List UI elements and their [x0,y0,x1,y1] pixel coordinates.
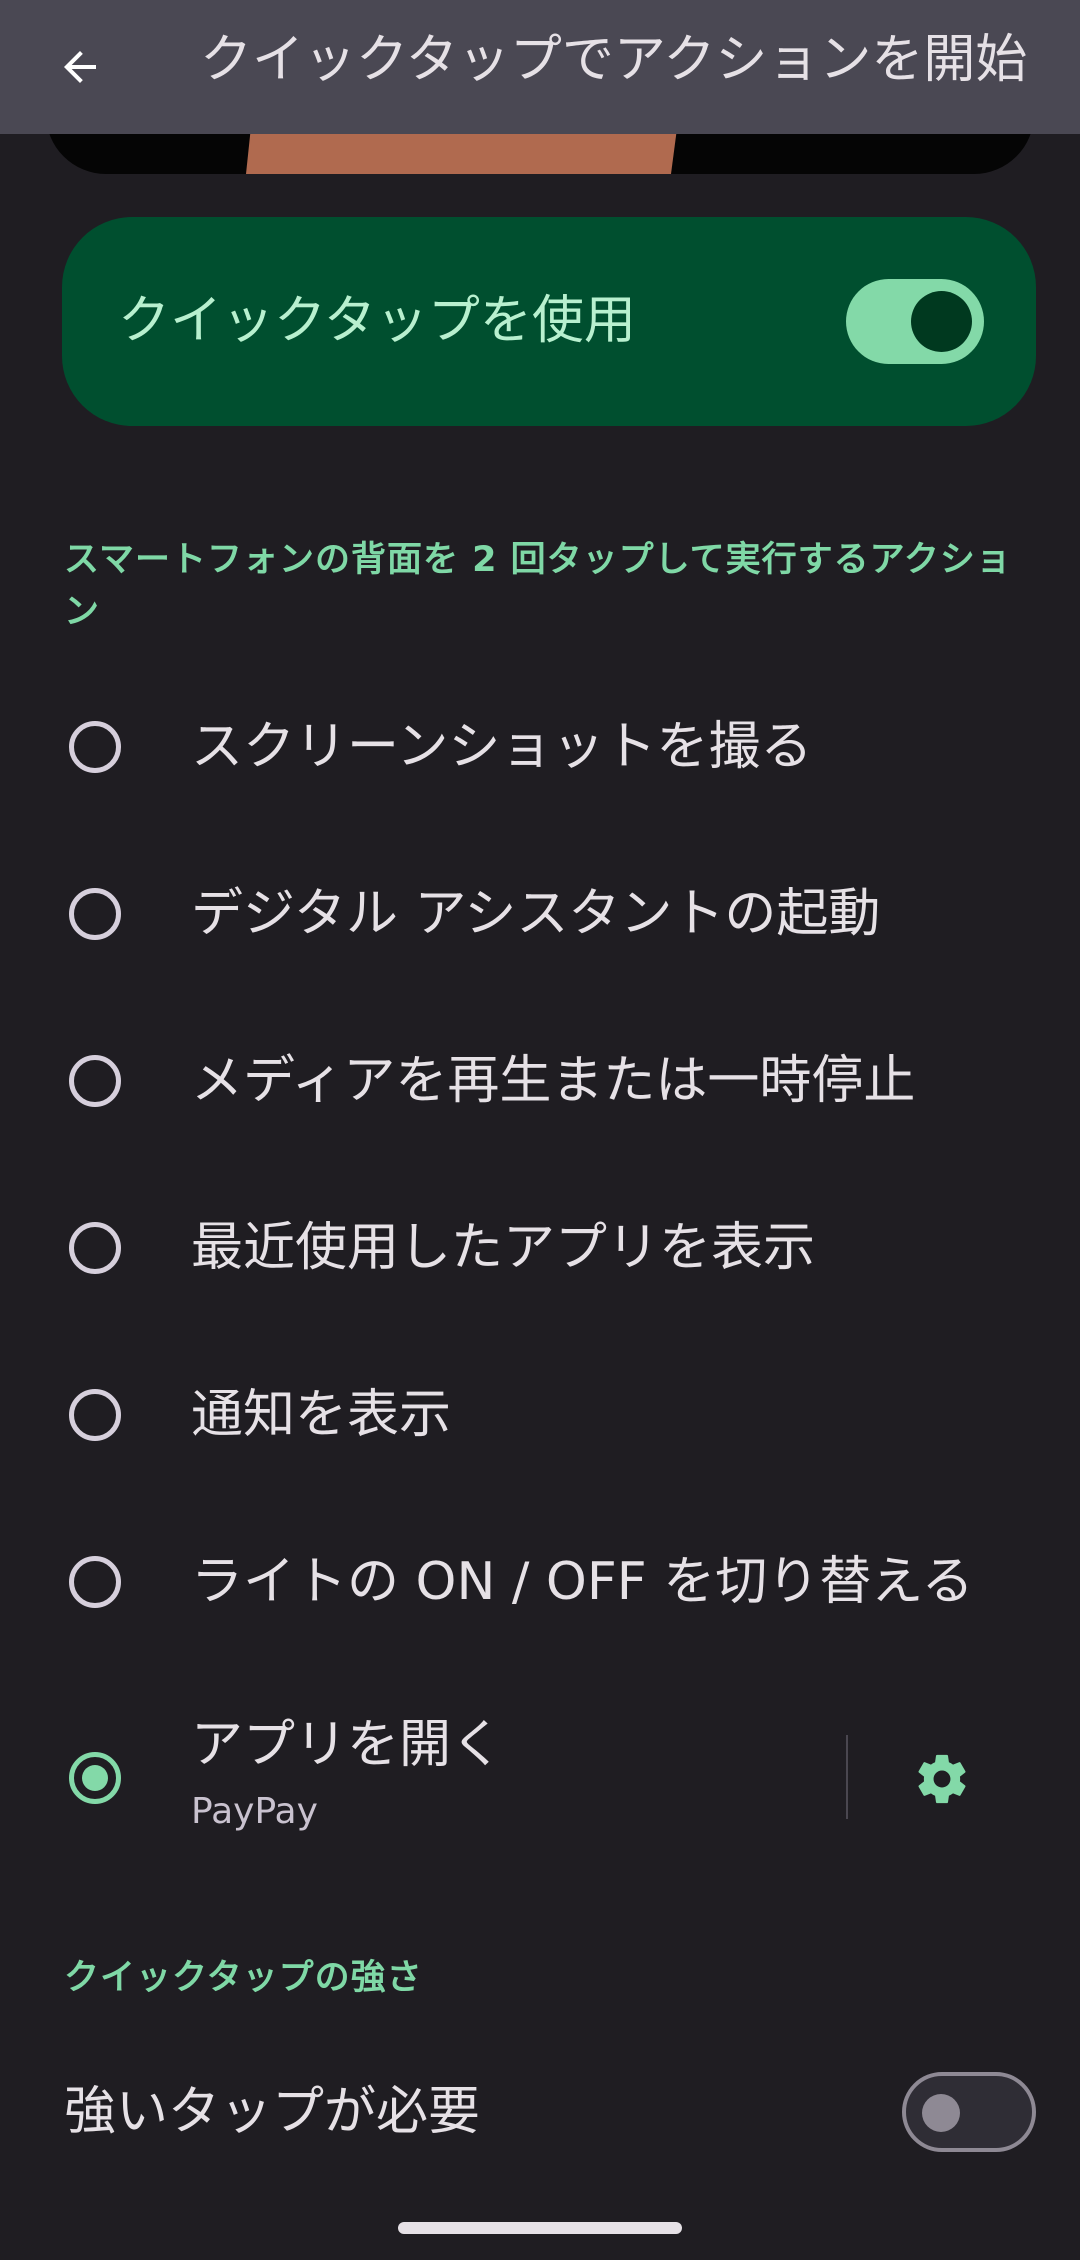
option-toggle-flashlight[interactable]: ライトの ON / OFF を切り替える [0,1512,1080,1652]
require-strong-tap-label: 強いタップが必要 [64,2082,481,2142]
use-quick-tap-label: クイックタップを使用 [118,291,636,351]
option-label: スクリーンショットを撮る [191,717,813,777]
radio-button[interactable] [69,1389,121,1441]
option-label: アプリを開く [191,1715,504,1775]
use-quick-tap-card[interactable]: クイックタップを使用 [62,217,1036,426]
switch-thumb [911,291,972,352]
option-open-app[interactable]: アプリを開く PayPay [0,1695,1080,1861]
page-title: クイックタップでアクションを開始 [200,30,1028,90]
radio-button[interactable] [69,888,121,940]
option-label: デジタル アシスタントの起動 [191,884,881,944]
strength-section-header: クイックタップの強さ [64,1958,423,1998]
require-strong-tap-switch[interactable] [902,2072,1036,2152]
vertical-divider [846,1735,848,1819]
selected-app-name: PayPay [191,1791,318,1832]
switch-thumb [922,2094,960,2132]
option-recent-apps[interactable]: 最近使用したアプリを表示 [0,1178,1080,1318]
option-label: ライトの ON / OFF を切り替える [191,1552,974,1612]
option-digital-assistant[interactable]: デジタル アシスタントの起動 [0,844,1080,984]
arrow-back-icon [64,51,96,83]
option-media-play-pause[interactable]: メディアを再生または一時停止 [0,1011,1080,1151]
option-label: メディアを再生または一時停止 [191,1051,916,1111]
option-show-notifications[interactable]: 通知を表示 [0,1345,1080,1485]
radio-button-selected[interactable] [69,1752,121,1804]
back-button[interactable] [40,27,120,107]
option-label: 通知を表示 [191,1385,452,1445]
radio-button[interactable] [69,721,121,773]
actions-section-header: スマートフォンの背面を 2 回タップして実行するアクション [64,540,1012,632]
use-quick-tap-switch[interactable] [846,279,984,364]
gesture-nav-handle[interactable] [398,2222,682,2234]
top-app-bar: クイックタップでアクションを開始 [0,0,1080,134]
radio-button[interactable] [69,1055,121,1107]
gear-icon [918,1754,966,1804]
radio-button[interactable] [69,1222,121,1274]
radio-button[interactable] [69,1556,121,1608]
open-app-settings-button[interactable] [902,1739,982,1819]
require-strong-tap-row[interactable]: 強いタップが必要 [0,2052,1080,2172]
option-screenshot[interactable]: スクリーンショットを撮る [0,677,1080,817]
option-label: 最近使用したアプリを表示 [191,1218,816,1278]
